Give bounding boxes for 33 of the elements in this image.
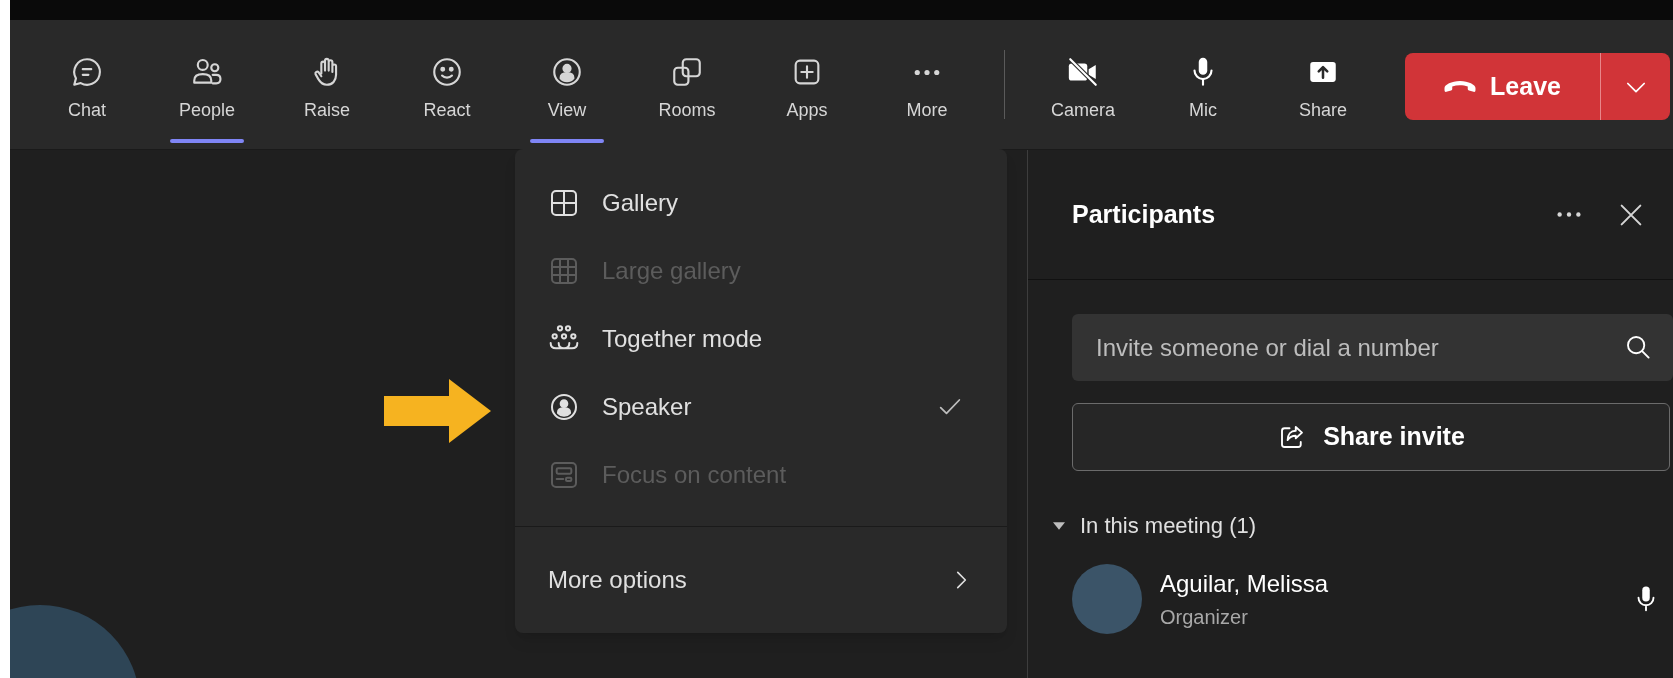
menu-item[interactable]: Together mode — [515, 305, 1007, 373]
toolbar-button[interactable]: People — [147, 20, 267, 149]
ellipsis-icon — [1557, 212, 1581, 217]
camera-off-icon — [1066, 55, 1100, 89]
toolbar-button[interactable]: Raise — [267, 20, 387, 149]
participant-name: Aguilar, Melissa — [1160, 569, 1330, 599]
section-header[interactable]: In this meeting (1) — [1050, 509, 1257, 542]
panel-title: Participants — [1072, 198, 1217, 230]
menu-item[interactable]: More options — [515, 527, 1007, 633]
ellipsis-icon — [914, 68, 940, 76]
toolbar-button[interactable]: View — [507, 20, 627, 149]
toolbar-button[interactable]: Share — [1263, 20, 1383, 149]
chat-bubble-icon — [70, 55, 104, 89]
participant-role: Organizer — [1160, 605, 1249, 630]
layout-icon — [548, 459, 580, 491]
menu-item[interactable]: Speaker — [515, 373, 1007, 441]
smiley-icon — [430, 55, 464, 89]
toolbar-button[interactable]: Chat — [27, 20, 147, 149]
menu-item[interactable]: Gallery — [515, 169, 1007, 237]
toolbar-button[interactable]: More — [867, 20, 987, 149]
person-circle-icon — [550, 55, 584, 89]
toolbar-button[interactable]: React — [387, 20, 507, 149]
toolbar-button[interactable]: Apps — [747, 20, 867, 149]
person-circle-icon — [548, 391, 580, 423]
grid-icon — [548, 255, 580, 287]
grid-icon — [548, 187, 580, 219]
toolbar-button[interactable]: Mic — [1143, 20, 1263, 149]
hang-up-icon — [1444, 81, 1477, 92]
search-field[interactable]: Invite someone or dial a number — [1072, 314, 1673, 381]
toolbar-button[interactable]: Camera — [1023, 20, 1143, 149]
rooms-icon — [670, 55, 704, 89]
toolbar-button[interactable]: Rooms — [627, 20, 747, 149]
share-invite-button[interactable]: Share invite — [1072, 403, 1670, 471]
